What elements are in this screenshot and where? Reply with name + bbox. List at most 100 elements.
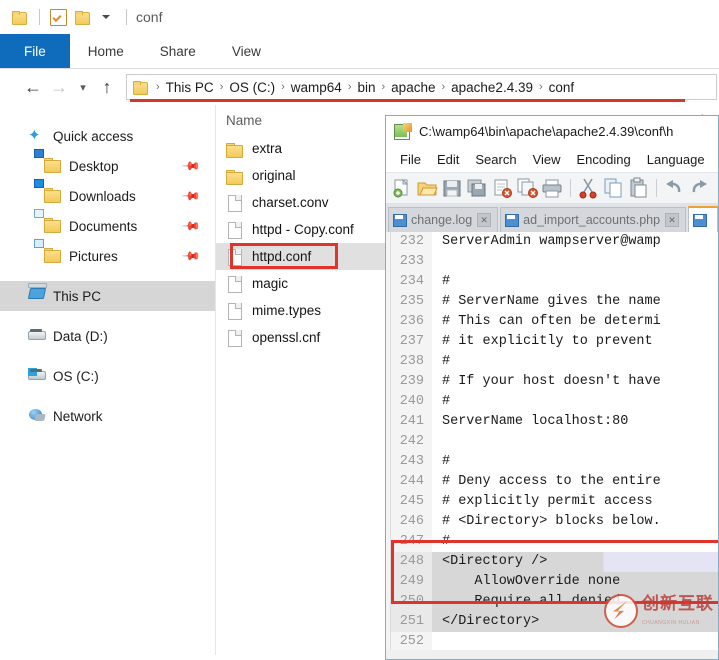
breadcrumb-conf[interactable]: conf [545, 80, 579, 95]
code-line: 234 # [386, 272, 718, 292]
sidebar-item-data-d[interactable]: Data (D:) [0, 321, 215, 351]
open-file-icon[interactable] [415, 176, 439, 200]
code-line: 232 ServerAdmin wampserver@wamp [386, 232, 718, 252]
line-number: 247 [386, 532, 432, 552]
breadcrumb-separator: › [381, 81, 386, 93]
chevron-down-icon[interactable] [95, 6, 117, 28]
breadcrumb-annotation-underline [130, 99, 685, 102]
tab-home[interactable]: Home [70, 34, 142, 68]
new-file-icon[interactable] [390, 176, 414, 200]
pin-icon[interactable]: 📌 [181, 246, 201, 266]
code-line: 246 # <Directory> blocks below. [386, 512, 718, 532]
close-file-icon[interactable] [490, 176, 514, 200]
save-all-icon[interactable] [465, 176, 489, 200]
code-line: 252 [386, 632, 718, 650]
toolbar-divider-2 [126, 9, 127, 25]
sidebar-item-label: Documents [69, 218, 138, 234]
line-number: 246 [386, 512, 432, 532]
line-text [432, 252, 718, 272]
pin-icon[interactable]: 📌 [181, 186, 201, 206]
notepad-title-bar[interactable]: C:\wamp64\bin\apache\apache2.4.39\conf\h [386, 116, 718, 146]
editor-tab-change-log[interactable]: change.log ✕ [388, 207, 499, 232]
undo-icon[interactable] [662, 176, 686, 200]
ribbon-tabs: File Home Share View [0, 34, 719, 69]
toolbar-divider [39, 9, 40, 25]
sidebar-item-quick-access[interactable]: ✦ Quick access [0, 121, 215, 151]
line-number: 239 [386, 372, 432, 392]
recent-locations-chevron-icon[interactable]: ▾ [72, 74, 94, 100]
editor-tab-ad-import-accounts[interactable]: ad_import_accounts.php ✕ [500, 207, 687, 232]
paste-icon[interactable] [626, 176, 650, 200]
line-number: 249 [386, 572, 432, 592]
notepad-toolbar [386, 172, 718, 204]
sidebar-item-pictures[interactable]: Pictures 📌 [0, 239, 215, 271]
code-line: 233 [386, 252, 718, 272]
close-tab-icon[interactable]: ✕ [665, 213, 680, 227]
sidebar-item-label: This PC [53, 288, 102, 304]
code-line: 238 # [386, 352, 718, 372]
navigation-pane: ✦ Quick access Desktop 📌 Downloads 📌 Doc… [0, 105, 216, 655]
menu-language[interactable]: Language [639, 152, 713, 167]
line-number: 242 [386, 432, 432, 452]
sidebar-item-this-pc[interactable]: This PC [0, 281, 215, 311]
menu-encoding[interactable]: Encoding [569, 152, 639, 167]
file-name: original [252, 168, 296, 183]
menu-search[interactable]: Search [467, 152, 524, 167]
sidebar-item-label: Downloads [69, 188, 136, 204]
sidebar-item-os-c[interactable]: OS (C:) [0, 361, 215, 391]
up-arrow-icon[interactable]: ↑ [94, 74, 120, 100]
sidebar-gap-3 [0, 351, 215, 361]
close-tab-icon[interactable]: ✕ [477, 213, 492, 227]
line-text: # ServerName gives the name [442, 294, 661, 309]
file-name: openssl.cnf [252, 330, 321, 345]
sidebar-item-network[interactable]: Network [0, 401, 215, 431]
menu-view[interactable]: View [525, 152, 569, 167]
new-folder-icon[interactable] [71, 6, 93, 28]
close-all-icon[interactable] [515, 176, 539, 200]
tab-view[interactable]: View [214, 34, 279, 68]
tab-file[interactable]: File [0, 34, 70, 68]
line-number: 244 [386, 472, 432, 492]
breadcrumb-apache[interactable]: apache [387, 80, 439, 95]
notepad-plus-plus-icon [394, 122, 412, 140]
line-text: # explicitly permit access [442, 494, 653, 509]
line-text: ServerName localhost:80 [442, 414, 629, 429]
pin-icon[interactable]: 📌 [181, 156, 201, 176]
cut-icon[interactable] [576, 176, 600, 200]
breadcrumb-os-c[interactable]: OS (C:) [225, 80, 279, 95]
folder-icon[interactable] [8, 6, 30, 28]
print-icon[interactable] [540, 176, 564, 200]
code-line: 241 ServerName localhost:80 [386, 412, 718, 432]
back-arrow-icon[interactable]: ← [20, 74, 46, 100]
sidebar-item-documents[interactable]: Documents 📌 [0, 209, 215, 241]
fold-gutter [386, 232, 391, 650]
breadcrumb-apache2439[interactable]: apache2.4.39 [447, 80, 537, 95]
breadcrumb-wamp64[interactable]: wamp64 [287, 80, 346, 95]
address-input[interactable]: › This PC › OS (C:) › wamp64 › bin › apa… [126, 74, 717, 100]
save-icon[interactable] [440, 176, 464, 200]
breadcrumb-bin[interactable]: bin [353, 80, 379, 95]
redo-icon[interactable] [687, 176, 711, 200]
saved-file-icon [693, 214, 708, 227]
network-icon [28, 408, 46, 424]
file-name: magic [252, 276, 289, 291]
quick-access-toolbar: conf [0, 0, 719, 34]
documents-folder-icon [34, 209, 62, 234]
line-text: # it explicitly to prevent [442, 334, 653, 349]
sidebar-item-desktop[interactable]: Desktop 📌 [0, 149, 215, 181]
code-editor[interactable]: 232 ServerAdmin wampserver@wamp 233 234 # … [386, 232, 718, 650]
code-line: 244 # Deny access to the entire [386, 472, 718, 492]
menu-file[interactable]: File [392, 152, 429, 167]
line-number: 233 [386, 252, 432, 272]
pin-icon[interactable]: 📌 [181, 216, 201, 236]
breadcrumb-this-pc[interactable]: This PC [162, 80, 218, 95]
file-icon [226, 194, 244, 212]
tab-share[interactable]: Share [142, 34, 214, 68]
properties-checkbox-icon[interactable] [47, 6, 69, 28]
menu-edit[interactable]: Edit [429, 152, 467, 167]
copy-icon[interactable] [601, 176, 625, 200]
sidebar-item-downloads[interactable]: Downloads 📌 [0, 179, 215, 211]
editor-tab-httpd-conf[interactable] [688, 206, 718, 232]
forward-arrow-icon[interactable]: → [46, 74, 72, 100]
